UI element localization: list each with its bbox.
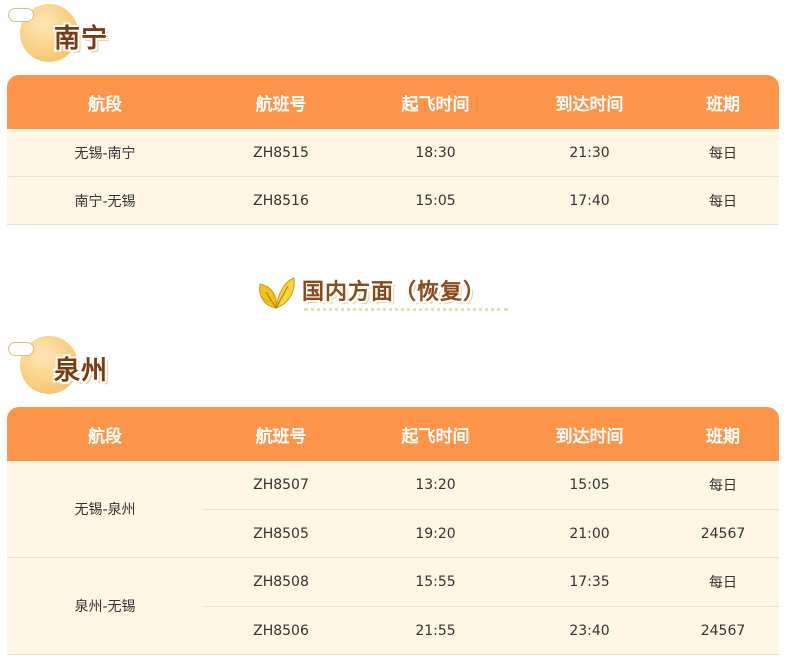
route-cell: 南宁-无锡 <box>74 193 136 210</box>
route-cell: 泉州-无锡 <box>74 599 136 615</box>
banner-title: 国内方面（恢复） <box>302 280 487 305</box>
flight-cell: ZH8505 <box>253 525 309 542</box>
cloud-icon <box>8 342 34 356</box>
col-header-flight: 航班号 <box>255 426 307 447</box>
schedule-cell: 每日 <box>709 193 737 210</box>
banner-underline <box>304 308 508 311</box>
flight-cell: ZH8516 <box>253 192 309 209</box>
table-header: 航段 航班号 起飞时间 到达时间 班期 <box>7 407 779 461</box>
arrival-cell: 17:40 <box>569 192 610 209</box>
table-row: ZH8506 21:55 23:40 24567 <box>203 606 779 654</box>
departure-cell: 15:05 <box>415 192 456 209</box>
table-row: ZH8505 19:20 21:00 24567 <box>203 509 779 557</box>
arrival-cell: 15:05 <box>569 477 610 493</box>
schedule-cell: 每日 <box>709 145 737 162</box>
departure-cell: 18:30 <box>415 144 456 161</box>
table-row: ZH8507 13:20 15:05 每日 <box>203 461 779 509</box>
col-header-route: 航段 <box>88 426 122 447</box>
route-group: 泉州-无锡 ZH8508 15:55 17:35 每日 ZH8506 21:55… <box>7 558 779 655</box>
city-heading-quanzhou: 泉州 <box>8 334 148 396</box>
col-header-schedule: 班期 <box>706 94 740 115</box>
route-group: 无锡-泉州 ZH8507 13:20 15:05 每日 ZH8505 19:20… <box>7 461 779 558</box>
route-cell: 无锡-泉州 <box>74 502 136 518</box>
col-header-departure: 起飞时间 <box>401 426 470 447</box>
cloud-icon <box>8 8 34 22</box>
col-header-arrival: 到达时间 <box>555 94 624 115</box>
city-title: 南宁 <box>54 24 109 54</box>
arrival-cell: 17:35 <box>569 574 610 590</box>
table-row: ZH8508 15:55 17:35 每日 <box>203 558 779 606</box>
arrival-cell: 21:00 <box>569 525 610 542</box>
arrival-cell: 23:40 <box>569 622 610 639</box>
arrival-cell: 21:30 <box>569 144 610 161</box>
route-cell: 无锡-南宁 <box>74 145 136 162</box>
table-row: 南宁-无锡 ZH8516 15:05 17:40 每日 <box>7 177 779 225</box>
departure-cell: 13:20 <box>415 477 456 493</box>
flight-cell: ZH8507 <box>253 477 309 493</box>
flight-cell: ZH8506 <box>253 622 309 639</box>
table-row: 无锡-南宁 ZH8515 18:30 21:30 每日 <box>7 129 779 177</box>
flight-table-quanzhou: 航段 航班号 起飞时间 到达时间 班期 无锡-泉州 ZH8507 13:20 1… <box>7 407 779 655</box>
leaf-icon <box>259 277 295 309</box>
departure-cell: 15:55 <box>415 574 456 590</box>
col-header-route: 航段 <box>88 94 122 115</box>
schedule-cell: 每日 <box>709 575 737 591</box>
col-header-arrival: 到达时间 <box>555 426 624 447</box>
flight-cell: ZH8508 <box>253 574 309 590</box>
city-heading-nanning: 南宁 <box>8 2 148 64</box>
col-header-departure: 起飞时间 <box>401 94 470 115</box>
flight-cell: ZH8515 <box>253 144 309 161</box>
schedule-cell: 24567 <box>700 525 746 542</box>
flight-table-nanning: 航段 航班号 起飞时间 到达时间 班期 无锡-南宁 ZH8515 18:30 2… <box>7 75 779 225</box>
city-title: 泉州 <box>54 356 109 386</box>
table-header: 航段 航班号 起飞时间 到达时间 班期 <box>7 75 779 129</box>
departure-cell: 21:55 <box>415 622 456 639</box>
schedule-cell: 24567 <box>700 622 746 639</box>
col-header-schedule: 班期 <box>706 426 740 447</box>
departure-cell: 19:20 <box>415 525 456 542</box>
schedule-cell: 每日 <box>709 478 737 494</box>
col-header-flight: 航班号 <box>255 94 307 115</box>
section-banner: 国内方面（恢复） <box>256 270 516 314</box>
